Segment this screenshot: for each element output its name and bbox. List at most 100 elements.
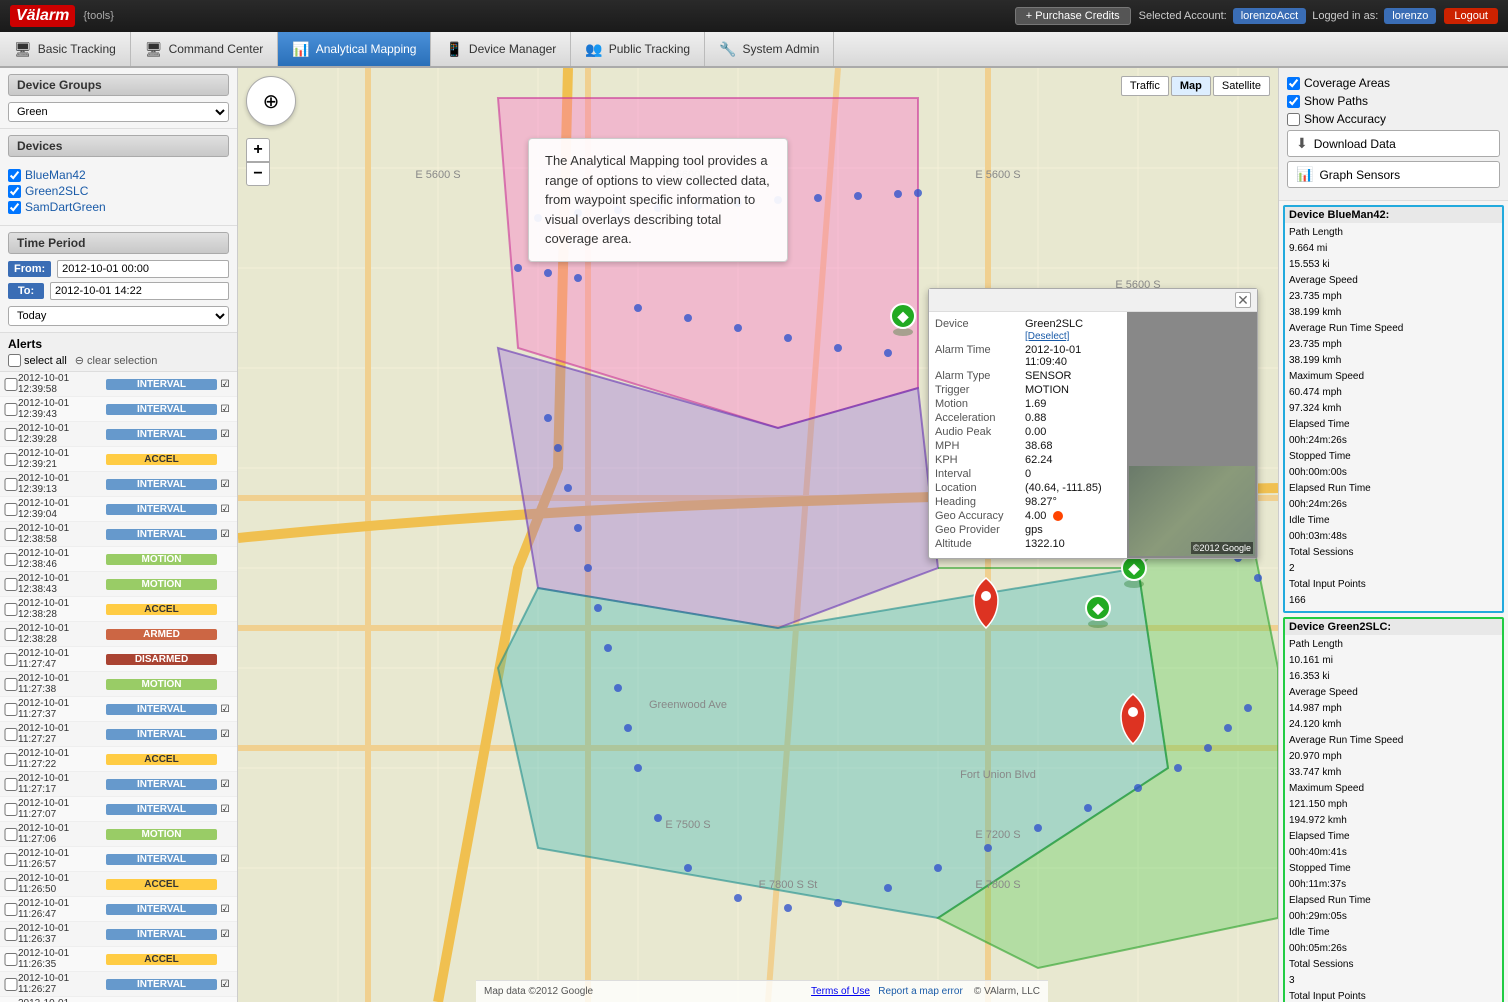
logout-button[interactable]: Logout <box>1444 8 1498 24</box>
satellite-button[interactable]: Satellite <box>1213 76 1270 96</box>
alert-row[interactable]: 2012-10-01 11:27:27 INTERVAL ☑ <box>0 722 237 747</box>
alert-row[interactable]: 2012-10-01 12:38:46 MOTION <box>0 547 237 572</box>
device-item-samdartgreen[interactable]: SamDartGreen <box>8 199 229 215</box>
alert-checkbox[interactable] <box>4 503 18 516</box>
alert-row[interactable]: 2012-10-01 11:26:50 ACCEL <box>0 872 237 897</box>
period-select[interactable]: Today <box>8 306 229 326</box>
deselect-link[interactable]: [Deselect] <box>1025 331 1069 342</box>
alert-checkbox[interactable] <box>4 628 18 641</box>
alert-checkbox[interactable] <box>4 828 18 841</box>
nav-tab-admin[interactable]: 🔧System Admin <box>705 32 834 66</box>
alert-checkbox[interactable] <box>4 553 18 566</box>
terms-link[interactable]: Terms of Use <box>811 986 870 997</box>
user-button[interactable]: lorenzo <box>1384 8 1436 24</box>
device-group-select[interactable]: Green <box>8 102 229 122</box>
alert-checkbox[interactable] <box>4 728 18 741</box>
traffic-button[interactable]: Traffic <box>1121 76 1169 96</box>
zoom-in-button[interactable]: + <box>246 138 270 162</box>
alert-row[interactable]: 2012-10-01 12:38:43 MOTION <box>0 572 237 597</box>
nav-tab-basic[interactable]: 🖥Basic Tracking <box>0 32 131 66</box>
map-button[interactable]: Map <box>1171 76 1211 96</box>
alert-row[interactable]: 2012-10-01 11:26:35 ACCEL <box>0 947 237 972</box>
stat-value: 00h:00m:00s <box>1289 467 1347 478</box>
alert-row[interactable]: 2012-10-01 12:39:28 INTERVAL ☑ <box>0 422 237 447</box>
account-button[interactable]: lorenzoAcct <box>1233 8 1306 24</box>
alert-row[interactable]: 2012-10-01 12:39:04 INTERVAL ☑ <box>0 497 237 522</box>
alert-checkbox[interactable] <box>4 978 18 991</box>
show-accuracy-checkbox[interactable] <box>1287 113 1300 126</box>
alert-checkbox[interactable] <box>4 803 18 816</box>
to-input[interactable] <box>50 282 229 300</box>
alert-checkbox[interactable] <box>4 453 18 466</box>
select-all-checkbox[interactable] <box>8 354 21 367</box>
interval-label: Interval <box>935 468 1025 480</box>
alert-row[interactable]: 2012-10-01 11:26:19 ACCEL <box>0 997 237 1002</box>
alert-row[interactable]: 2012-10-01 12:38:28 ARMED <box>0 622 237 647</box>
coverage-areas-checkbox[interactable] <box>1287 77 1300 90</box>
alert-checkbox[interactable] <box>4 953 18 966</box>
zoom-out-button[interactable]: − <box>246 162 270 186</box>
alert-type: ACCEL <box>106 754 217 765</box>
device-item-green2slc[interactable]: Green2SLC <box>8 183 229 199</box>
alert-row[interactable]: 2012-10-01 11:27:38 MOTION <box>0 672 237 697</box>
from-input[interactable] <box>57 260 229 278</box>
alert-checkbox[interactable] <box>4 428 18 441</box>
alert-checkbox[interactable] <box>4 528 18 541</box>
alert-row[interactable]: 2012-10-01 11:27:07 INTERVAL ☑ <box>0 797 237 822</box>
device-item-blueman42[interactable]: BlueMan42 <box>8 167 229 183</box>
alert-row[interactable]: 2012-10-01 11:27:47 DISARMED <box>0 647 237 672</box>
device-checkbox-blueman42[interactable] <box>8 169 21 182</box>
alert-checkbox[interactable] <box>4 478 18 491</box>
compass[interactable]: ⊕ <box>246 76 296 126</box>
alert-row[interactable]: 2012-10-01 11:27:06 MOTION <box>0 822 237 847</box>
alert-checkbox[interactable] <box>4 853 18 866</box>
alert-type: INTERVAL <box>106 379 217 390</box>
alert-row[interactable]: 2012-10-01 12:39:21 ACCEL <box>0 447 237 472</box>
alert-row[interactable]: 2012-10-01 12:38:58 INTERVAL ☑ <box>0 522 237 547</box>
nav-tab-public[interactable]: 👥Public Tracking <box>571 32 705 66</box>
alert-row[interactable]: 2012-10-01 12:39:43 INTERVAL ☑ <box>0 397 237 422</box>
device-checkbox-samdartgreen[interactable] <box>8 201 21 214</box>
map-credit: Map data ©2012 Google <box>484 986 593 997</box>
alert-row[interactable]: 2012-10-01 11:27:37 INTERVAL ☑ <box>0 697 237 722</box>
alert-checkbox[interactable] <box>4 578 18 591</box>
alert-row[interactable]: 2012-10-01 11:26:37 INTERVAL ☑ <box>0 922 237 947</box>
device-checkbox-green2slc[interactable] <box>8 185 21 198</box>
alert-row[interactable]: 2012-10-01 11:26:47 INTERVAL ☑ <box>0 897 237 922</box>
clear-selection-button[interactable]: ⊖ clear selection <box>75 354 158 367</box>
nav-tab-device[interactable]: 📱Device Manager <box>431 32 571 66</box>
alert-checkbox[interactable] <box>4 678 18 691</box>
alert-row[interactable]: 2012-10-01 12:38:28 ACCEL <box>0 597 237 622</box>
show-paths-checkbox[interactable] <box>1287 95 1300 108</box>
alert-checkbox[interactable] <box>4 753 18 766</box>
nav-tab-command[interactable]: 🖥Command Center <box>131 32 279 66</box>
purchase-credits-button[interactable]: + Purchase Credits <box>1015 7 1131 25</box>
select-all-label[interactable]: select all <box>8 354 67 367</box>
nav-tab-analytical[interactable]: 📊Analytical Mapping <box>278 32 431 66</box>
alert-checkbox[interactable] <box>4 378 18 391</box>
alert-row[interactable]: 2012-10-01 12:39:58 INTERVAL ☑ <box>0 372 237 397</box>
device-link-green2slc[interactable]: Green2SLC <box>25 184 88 198</box>
alert-checkbox[interactable] <box>4 603 18 616</box>
map-area[interactable]: ◆ ◆ ◆ E 5600 S E 5600 S E 5600 S E 5600 … <box>238 68 1278 1002</box>
alert-flag: ☑ <box>217 379 233 390</box>
alert-checkbox[interactable] <box>4 403 18 416</box>
info-popup-close-button[interactable]: ✕ <box>1235 292 1251 308</box>
alert-checkbox[interactable] <box>4 653 18 666</box>
download-data-button[interactable]: ⬇ Download Data <box>1287 130 1500 157</box>
report-link[interactable]: Report a map error <box>878 986 962 997</box>
alert-checkbox[interactable] <box>4 778 18 791</box>
graph-sensors-button[interactable]: 📊 Graph Sensors <box>1287 161 1500 188</box>
alert-checkbox[interactable] <box>4 703 18 716</box>
alert-row[interactable]: 2012-10-01 11:26:57 INTERVAL ☑ <box>0 847 237 872</box>
alert-row[interactable]: 2012-10-01 11:27:17 INTERVAL ☑ <box>0 772 237 797</box>
alert-row[interactable]: 2012-10-01 12:39:13 INTERVAL ☑ <box>0 472 237 497</box>
alert-row[interactable]: 2012-10-01 11:26:27 INTERVAL ☑ <box>0 972 237 997</box>
alert-checkbox[interactable] <box>4 878 18 891</box>
heading-value: 98.27° <box>1025 496 1057 508</box>
alert-checkbox[interactable] <box>4 928 18 941</box>
alert-checkbox[interactable] <box>4 903 18 916</box>
device-link-blueman42[interactable]: BlueMan42 <box>25 168 86 182</box>
device-link-samdartgreen[interactable]: SamDartGreen <box>25 200 106 214</box>
alert-row[interactable]: 2012-10-01 11:27:22 ACCEL <box>0 747 237 772</box>
